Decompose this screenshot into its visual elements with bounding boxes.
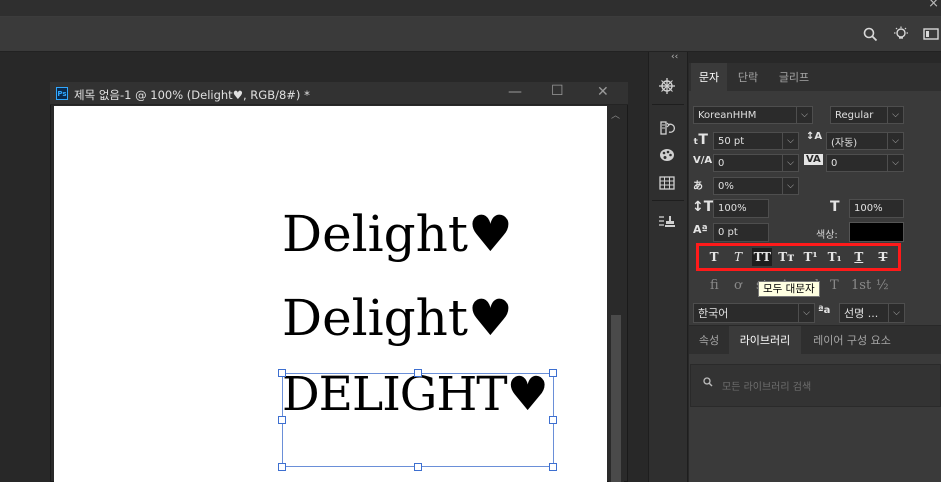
transform-handle[interactable] [414,463,422,471]
transform-handle[interactable] [278,463,286,471]
baseline-shift-icon: Aª [693,223,708,236]
transform-handle[interactable] [414,369,422,377]
vertical-scale-field[interactable]: 100% [713,199,769,218]
transform-handle[interactable] [549,369,557,377]
chevron-down-icon[interactable]: ⌵ [889,303,905,323]
subscript-button[interactable]: T₁ [825,248,845,266]
tab-properties[interactable]: 속성 [691,326,727,354]
app-close-button[interactable]: × [928,0,939,11]
font-size-icon: ₜT [693,132,708,148]
document-title: 제목 없음-1 @ 100% (Delight♥, RGB/8#) * [74,88,310,102]
font-family-select[interactable]: KoreanHHM [693,106,797,124]
collapse-dock-button[interactable]: ‹‹ [671,52,678,62]
search-icon [703,377,713,390]
chevron-down-icon[interactable]: ⌵ [783,177,799,195]
tooltip: 모두 대문자 [758,281,820,297]
baseline-shift-field[interactable]: 0 pt [713,223,769,242]
small-caps-button[interactable]: Tт [776,248,796,266]
chevron-down-icon[interactable]: ⌵ [799,303,815,323]
antialias-select[interactable]: 선명 ... [839,303,889,323]
chevron-down-icon[interactable]: ⌵ [783,132,799,150]
text-bounding-box[interactable] [282,373,554,467]
panel-toggle-icon[interactable] [921,25,941,43]
tsume-field[interactable]: 0% [713,177,783,195]
faux-italic-button[interactable]: T [728,248,748,266]
text-color-swatch[interactable] [849,222,904,242]
type-style-buttons: T T TT Tт T¹ T₁ T T [696,243,901,271]
table-grid-icon[interactable] [655,172,679,194]
leading-field[interactable]: (자동) [826,132,888,150]
paragraph-styles-icon[interactable] [655,211,679,233]
scrollbar-thumb[interactable] [611,315,621,482]
font-style-select[interactable]: Regular [830,106,888,124]
chevron-down-icon[interactable]: ⌵ [797,106,813,124]
lightbulb-icon[interactable] [891,25,911,43]
tab-paragraph[interactable]: 단락 [729,63,767,91]
color-palette-icon[interactable] [655,144,679,166]
dock-divider [652,104,684,105]
tracking-field[interactable]: 0 [826,154,888,172]
history-icon[interactable] [655,117,679,139]
ligatures-button[interactable]: fi [710,278,719,293]
options-bar [0,17,941,52]
minimize-button[interactable]: — [508,84,522,100]
search-icon[interactable] [860,25,880,43]
navigator-icon[interactable] [655,75,679,97]
tab-glyphs[interactable]: 글리프 [769,63,819,91]
text-layer-line-1[interactable]: Delight♥ [282,209,513,259]
tab-libraries[interactable]: 라이브러리 [729,326,801,354]
maximize-button[interactable]: ☐ [551,83,564,99]
scroll-up-icon[interactable]: ︿ [611,108,620,121]
transform-handle[interactable] [278,369,286,377]
color-label: 색상: [816,230,838,241]
tracking-icon: VA [804,154,823,165]
discretionary-ligatures-button[interactable]: ơ [734,278,742,293]
kerning-icon: V/A [693,155,713,166]
menu-bar [0,0,941,17]
kerning-field[interactable]: 0 [713,154,783,172]
horizontal-scale-icon: T [830,199,840,215]
dock-divider [652,200,684,201]
font-size-field[interactable]: 50 pt [713,132,783,150]
transform-handle[interactable] [278,416,286,424]
transform-handle[interactable] [549,463,557,471]
strikethrough-button[interactable]: T [873,248,893,266]
faux-bold-button[interactable]: T [704,248,724,266]
tab-character[interactable]: 문자 [691,63,727,91]
leading-icon: ↕A [806,131,823,142]
transform-handle[interactable] [549,416,557,424]
chevron-down-icon[interactable]: ⌵ [888,106,904,124]
all-caps-button[interactable]: TT [752,248,773,266]
language-select[interactable]: 한국어 [693,303,799,323]
tsume-icon: あ [693,181,703,192]
antialias-icon: ªa [818,305,831,316]
fractions-button[interactable]: ½ [876,278,889,293]
tab-layer-comps[interactable]: 레이어 구성 요소 [803,326,901,354]
titling-alternates-button[interactable]: T [830,278,839,293]
superscript-button[interactable]: T¹ [801,248,821,266]
ordinals-button[interactable]: 1st [851,278,871,293]
underline-button[interactable]: T [849,248,869,266]
vertical-scale-icon: ↕T [692,199,714,215]
chevron-down-icon[interactable]: ⌵ [783,154,799,172]
photoshop-logo-icon: Ps [56,87,68,100]
text-layer-line-2[interactable]: Delight♥ [282,293,513,343]
horizontal-scale-field[interactable]: 100% [849,199,904,218]
close-button[interactable]: ✕ [597,84,609,100]
library-search-placeholder: 모든 라이브러리 검색 [722,382,812,393]
chevron-down-icon[interactable]: ⌵ [888,154,904,172]
chevron-down-icon[interactable]: ⌵ [888,132,904,150]
